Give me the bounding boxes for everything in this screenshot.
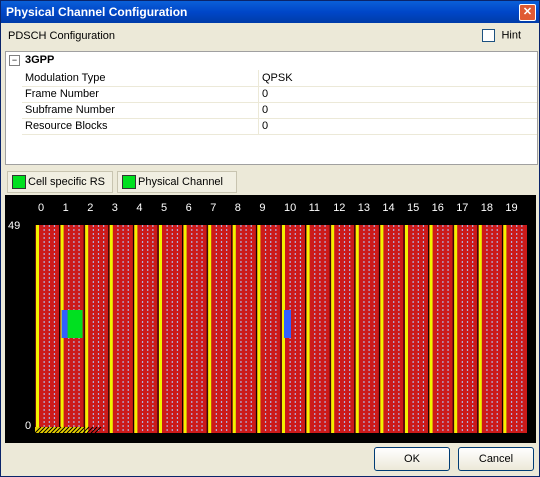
- dialog-window: Physical Channel Configuration ✕ PDSCH C…: [0, 0, 540, 477]
- property-row[interactable]: Frame Number 0: [22, 86, 537, 103]
- legend-label: Cell specific RS: [28, 176, 106, 188]
- property-name: Resource Blocks: [25, 120, 108, 132]
- pbch-block: [61, 310, 68, 338]
- control-region: [257, 225, 261, 433]
- pdsch-config-label: PDSCH Configuration: [8, 30, 115, 42]
- x-tick-label: 15: [407, 202, 419, 214]
- property-name: Modulation Type: [25, 72, 106, 84]
- x-tick-label: 5: [161, 202, 167, 214]
- control-region: [183, 225, 187, 433]
- x-tick-label: 13: [358, 202, 370, 214]
- x-tick-label: 12: [333, 202, 345, 214]
- title-bar[interactable]: Physical Channel Configuration ✕: [1, 1, 539, 23]
- x-tick-label: 0: [38, 202, 44, 214]
- ok-button[interactable]: OK: [374, 447, 450, 471]
- control-region: [503, 225, 507, 433]
- property-value[interactable]: QPSK: [262, 72, 293, 84]
- x-tick-label: 1: [63, 202, 69, 214]
- control-region: [355, 225, 359, 433]
- column-divider: [258, 86, 259, 102]
- control-region: [478, 225, 482, 433]
- legend-swatch: [122, 175, 136, 189]
- control-region: [306, 225, 310, 433]
- control-region: [331, 225, 335, 433]
- x-tick-label: 14: [382, 202, 394, 214]
- cancel-button[interactable]: Cancel: [458, 447, 534, 471]
- window-title: Physical Channel Configuration: [6, 5, 188, 19]
- control-region: [36, 225, 39, 433]
- hint-label: Hint: [501, 29, 521, 42]
- property-row[interactable]: Subframe Number 0: [22, 102, 537, 119]
- property-row[interactable]: Modulation Type QPSK: [22, 70, 537, 87]
- legend: Cell specific RS Physical Channel: [5, 169, 536, 193]
- control-region: [429, 225, 433, 433]
- property-name: Frame Number: [25, 88, 99, 100]
- x-tick-label: 19: [505, 202, 517, 214]
- property-category[interactable]: − 3GPP: [6, 54, 537, 68]
- property-row[interactable]: Resource Blocks 0: [22, 118, 537, 135]
- control-region: [159, 225, 162, 433]
- hint-checkbox[interactable]: Hint: [482, 29, 521, 42]
- control-region: [454, 225, 458, 433]
- control-region: [134, 225, 138, 433]
- control-region: [380, 225, 384, 433]
- x-tick-label: 2: [87, 202, 93, 214]
- x-tick-label: 7: [210, 202, 216, 214]
- property-name: Subframe Number: [25, 104, 115, 116]
- resource-grid-svg: 0 1 2 3 4 5 6 7 8 9 10 11 12 13 14 15 16 17 18 19490: [8, 202, 527, 434]
- control-region: [109, 225, 113, 433]
- y-tick-label: 0: [25, 420, 31, 432]
- x-tick-label: 16: [432, 202, 444, 214]
- x-tick-label: 11: [309, 202, 320, 214]
- category-label: 3GPP: [25, 54, 55, 66]
- control-region: [85, 225, 89, 433]
- column-divider: [258, 118, 259, 134]
- x-tick-label: 18: [481, 202, 493, 214]
- legend-label: Physical Channel: [138, 176, 223, 188]
- x-tick-label: 10: [284, 202, 296, 214]
- control-region: [232, 225, 236, 433]
- column-divider: [258, 102, 259, 118]
- x-tick-label: 6: [186, 202, 192, 214]
- resource-grid-chart[interactable]: 0 1 2 3 4 5 6 7 8 9 10 11 12 13 14 15 16 17 18 19 49 0: [5, 195, 536, 443]
- x-tick-label: 17: [456, 202, 468, 214]
- close-button[interactable]: ✕: [519, 4, 536, 21]
- collapse-icon[interactable]: −: [9, 55, 20, 66]
- x-tick-label: 9: [259, 202, 265, 214]
- y-tick-label: 49: [8, 220, 20, 232]
- legend-item-cell-specific-rs[interactable]: Cell specific RS: [7, 171, 113, 193]
- column-divider: [258, 70, 259, 86]
- property-grid: − 3GPP Modulation Type QPSK Frame Number…: [5, 51, 538, 165]
- property-value[interactable]: 0: [262, 104, 268, 116]
- physical-channel-block: [67, 310, 83, 338]
- x-tick-label: 4: [136, 202, 142, 214]
- control-region: [208, 225, 212, 433]
- pbch-block: [284, 310, 291, 338]
- hint-checkbox-box[interactable]: [482, 29, 496, 42]
- property-value[interactable]: 0: [262, 88, 268, 100]
- x-tick-label: 8: [235, 202, 241, 214]
- control-region: [405, 225, 408, 433]
- dialog-footer: OK Cancel: [1, 445, 539, 476]
- header-row: PDSCH Configuration Hint: [3, 25, 537, 47]
- property-value[interactable]: 0: [262, 120, 268, 132]
- legend-item-physical-channel[interactable]: Physical Channel: [117, 171, 237, 193]
- x-tick-label: 3: [112, 202, 118, 214]
- legend-swatch: [12, 175, 26, 189]
